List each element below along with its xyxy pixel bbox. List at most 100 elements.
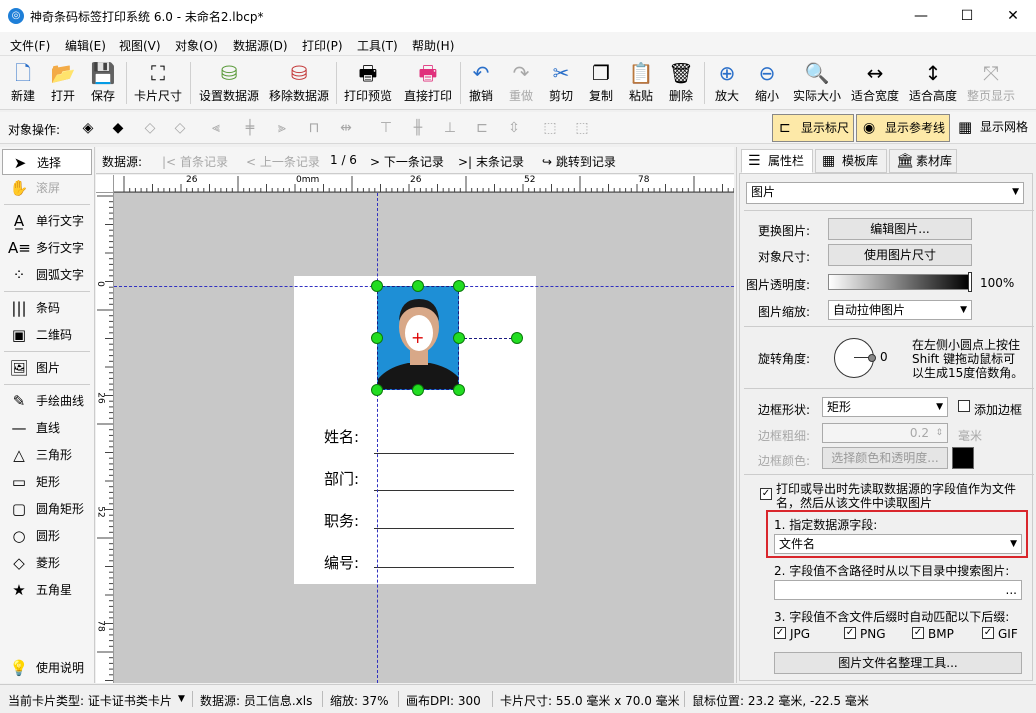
tool-triangle[interactable]: △ 三角形 [2,442,92,468]
chevron-down-icon[interactable]: ▼ [178,694,185,704]
paste-button[interactable]: 📋 粘贴 [624,58,658,108]
align-middle-icon[interactable]: ╫ [408,118,428,138]
distribute-v-icon[interactable]: ⊏ [472,118,492,138]
menu-tools[interactable]: 工具(T) [357,37,398,54]
space-v-icon[interactable]: ⇳ [504,118,524,138]
tool-scroll[interactable]: ✋ 滚屏 [2,175,92,201]
bring-forward-icon[interactable]: ◆ [108,118,128,138]
border-color-button[interactable]: 选择颜色和透明度... [822,447,948,469]
field-name-label[interactable]: 姓名: [324,426,359,447]
undo-button[interactable]: ↶ 撤销 [464,58,498,108]
card-size-button[interactable]: ⛶ 卡片尺寸 [130,58,186,108]
rotation-handle[interactable] [511,332,523,344]
group-icon[interactable]: ⬚ [540,118,560,138]
minimize-button[interactable]: — [898,0,944,32]
tool-freehand[interactable]: ✎ 手绘曲线 [2,388,92,414]
tool-rectangle[interactable]: ▭ 矩形 [2,469,92,495]
tab-templates[interactable]: ▦ 模板库 [815,149,887,173]
tool-diamond[interactable]: ◇ 菱形 [2,550,92,576]
menu-help[interactable]: 帮助(H) [412,37,454,54]
full-page-button[interactable]: ⤧ 整页显示 [964,58,1018,108]
field-dept-line[interactable] [374,490,514,491]
tool-multi-text[interactable]: A≡ 多行文字 [2,235,92,261]
resize-handle[interactable] [453,384,465,396]
cut-button[interactable]: ✂ 剪切 [544,58,578,108]
read-from-datasource-checkbox[interactable]: ✓ [760,488,772,500]
print-preview-button[interactable]: 🖶 打印预览 [340,58,396,108]
tool-help[interactable]: 💡 使用说明 [2,655,92,681]
tab-properties[interactable]: ☰ 属性栏 [741,149,813,173]
next-record-button[interactable]: > 下一条记录 [370,153,444,170]
direct-print-button[interactable]: 🖶 直接打印 [400,58,456,108]
zoom-out-button[interactable]: ⊖ 缩小 [750,58,784,108]
tool-star[interactable]: ★ 五角星 [2,577,92,603]
field-title-line[interactable] [374,528,514,529]
tool-select[interactable]: ➤ 选择 [2,149,92,175]
tool-round-rect[interactable]: ▢ 圆角矩形 [2,496,92,522]
distribute-h-icon[interactable]: ⊓ [304,118,324,138]
ext-bmp-checkbox[interactable]: ✓ [912,627,924,639]
tool-arc-text[interactable]: ⁘ 圆弧文字 [2,262,92,288]
image-directory-input[interactable]: ... [774,580,1022,600]
open-button[interactable]: 📂 打开 [44,58,82,108]
ext-gif-checkbox[interactable]: ✓ [982,627,994,639]
tool-single-text[interactable]: A̲ 单行文字 [2,208,92,234]
resize-handle[interactable] [371,384,383,396]
tool-qrcode[interactable]: ▣ 二维码 [2,322,92,348]
align-bottom-icon[interactable]: ⊥ [440,118,460,138]
delete-button[interactable]: 🗑 删除 [664,58,698,108]
tool-barcode[interactable]: ||| 条码 [2,295,92,321]
status-card-type[interactable]: 当前卡片类型: 证卡证书类卡片 [8,692,172,709]
field-id-label[interactable]: 编号: [324,552,359,573]
menu-view[interactable]: 视图(V) [119,37,161,54]
ext-png-checkbox[interactable]: ✓ [844,627,856,639]
rotation-dial-knob[interactable] [868,354,876,362]
resize-handle[interactable] [412,280,424,292]
resize-handle[interactable] [453,332,465,344]
actual-size-button[interactable]: 🔍 实际大小 [790,58,844,108]
fit-height-button[interactable]: ↕ 适合高度 [906,58,960,108]
menu-object[interactable]: 对象(O) [175,37,218,54]
browse-button[interactable]: ... [1006,581,1017,599]
filename-tool-button[interactable]: 图片文件名整理工具... [774,652,1022,674]
align-left-icon[interactable]: ⫷ [206,118,226,138]
edit-image-button[interactable]: 编辑图片... [828,218,972,240]
bring-front-icon[interactable]: ◈ [78,118,98,138]
space-h-icon[interactable]: ⇹ [336,118,356,138]
border-shape-select[interactable]: 矩形 ▼ [822,397,948,417]
scale-select[interactable]: 自动拉伸图片 ▼ [828,300,972,320]
vertical-guide[interactable] [377,193,378,683]
remove-datasource-button[interactable]: ⛁ 移除数据源 [266,58,332,108]
object-type-select[interactable]: 图片 ▼ [746,182,1024,204]
resize-handle[interactable] [453,280,465,292]
show-guides-toggle[interactable]: ◉ 显示参考线 [856,114,950,142]
use-image-size-button[interactable]: 使用图片尺寸 [828,244,972,266]
prev-record-button[interactable]: < 上一条记录 [246,153,320,170]
send-back-icon[interactable]: ◇ [170,118,190,138]
resize-handle[interactable] [371,280,383,292]
set-datasource-button[interactable]: ⛁ 设置数据源 [196,58,262,108]
jump-record-button[interactable]: ↪ 跳转到记录 [542,153,616,170]
align-top-icon[interactable]: ⊤ [376,118,396,138]
design-canvas[interactable]: 姓名: 部门: 职务: 编号: + [114,193,734,683]
ext-jpg-checkbox[interactable]: ✓ [774,627,786,639]
fit-width-button[interactable]: ↔ 适合宽度 [848,58,902,108]
align-right-icon[interactable]: ⫸ [272,118,292,138]
align-center-icon[interactable]: ╪ [240,118,260,138]
close-button[interactable]: ✕ [990,0,1036,32]
send-backward-icon[interactable]: ◇ [140,118,160,138]
datasource-field-select[interactable]: 文件名 ▼ [774,534,1022,554]
menu-print[interactable]: 打印(P) [302,37,343,54]
resize-handle[interactable] [412,384,424,396]
field-id-line[interactable] [374,567,514,568]
resize-handle[interactable] [371,332,383,344]
menu-edit[interactable]: 编辑(E) [65,37,106,54]
ungroup-icon[interactable]: ⬚ [572,118,592,138]
tool-image[interactable]: 🖼 图片 [2,355,92,381]
opacity-slider[interactable] [828,274,970,290]
last-record-button[interactable]: >| 末条记录 [458,153,524,170]
tab-materials[interactable]: 🏛 素材库 [889,149,957,173]
redo-button[interactable]: ↷ 重做 [504,58,538,108]
save-button[interactable]: 💾 保存 [84,58,122,108]
border-width-spinner[interactable]: 0.2 ⇕ [822,423,948,443]
